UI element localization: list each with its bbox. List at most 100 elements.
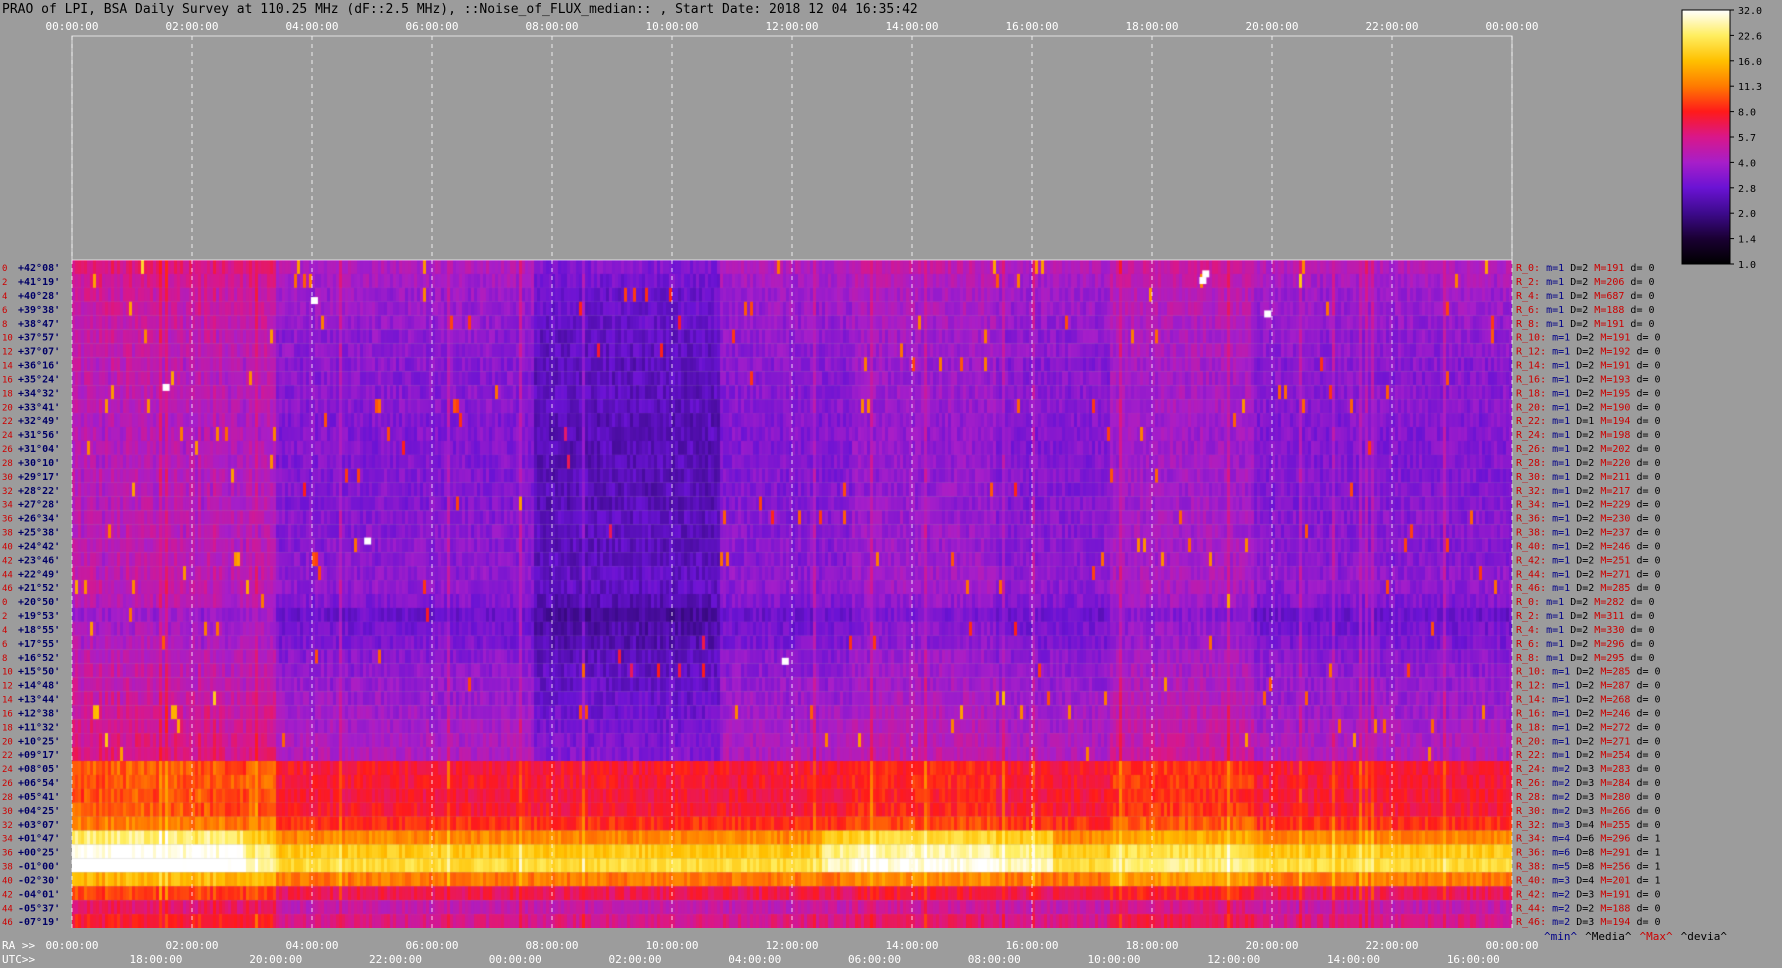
stat-field: R_34: (1516, 834, 1546, 845)
stat-row: R_22: m=1 D=2 M=254 d= 0 (1516, 750, 1661, 761)
stat-field: M=282 (1588, 597, 1624, 608)
stat-field: m=1 (1546, 388, 1570, 399)
colorbar-tick: 1.4 (1738, 235, 1756, 246)
stat-row: R_30: m=1 D=2 M=211 d= 0 (1516, 472, 1661, 483)
stat-field: d= 0 (1630, 374, 1660, 385)
stat-field: D=2 (1564, 611, 1588, 622)
colorbar-tick: 1.0 (1738, 260, 1756, 271)
stat-field: M=285 (1594, 583, 1630, 594)
stat-field: d= 0 (1624, 597, 1654, 608)
stat-field: d= 0 (1630, 500, 1660, 511)
stat-field: R_14: (1516, 695, 1546, 706)
stat-field: R_26: (1516, 444, 1546, 455)
row-number: 26 (2, 445, 13, 455)
stat-field: d= 0 (1630, 333, 1660, 344)
row-number: 30 (2, 473, 13, 483)
stat-field: R_26: (1516, 778, 1546, 789)
row-number: 40 (2, 542, 13, 552)
stat-field: M=291 (1594, 848, 1630, 859)
stat-field: d= 0 (1630, 889, 1660, 900)
stat-field: M=272 (1594, 722, 1630, 733)
stat-field: R_12: (1516, 681, 1546, 692)
stat-field: D=2 (1570, 667, 1594, 678)
stat-field: M=201 (1594, 875, 1630, 886)
stat-field: M=217 (1594, 486, 1630, 497)
stat-field: d= 0 (1624, 263, 1654, 274)
stat-field: M=191 (1594, 889, 1630, 900)
colorbar-tick: 32.0 (1738, 6, 1762, 17)
stat-field: m=1 (1546, 569, 1570, 580)
declination-label: +40°28' (18, 291, 60, 302)
row-number: 12 (2, 682, 13, 692)
stat-field: M=191 (1588, 319, 1624, 330)
colorbar-tick: 2.8 (1738, 184, 1756, 195)
stat-field: m=1 (1540, 305, 1564, 316)
stat-field: m=1 (1546, 361, 1570, 372)
stat-field: R_40: (1516, 875, 1546, 886)
stat-field: D=2 (1564, 319, 1588, 330)
stat-row: R_40: m=3 D=4 M=201 d= 1 (1516, 875, 1661, 886)
stat-field: d= 0 (1630, 750, 1660, 761)
stat-row: R_2: m=1 D=2 M=206 d= 0 (1516, 277, 1655, 288)
stat-field: R_28: (1516, 792, 1546, 803)
stat-field: d= 0 (1630, 444, 1660, 455)
stat-row: R_26: m=1 D=2 M=202 d= 0 (1516, 444, 1661, 455)
stat-field: R_8: (1516, 319, 1540, 330)
stat-field: R_18: (1516, 722, 1546, 733)
stat-field: m=1 (1546, 333, 1570, 344)
stat-field: m=1 (1540, 291, 1564, 302)
stat-row: R_44: m=1 D=2 M=271 d= 0 (1516, 569, 1661, 580)
stat-field: M=194 (1594, 917, 1630, 928)
ra-tick: 18:00:00 (1126, 939, 1179, 952)
stat-row: R_42: m=1 D=2 M=251 d= 0 (1516, 555, 1661, 566)
stat-row: R_10: m=1 D=2 M=285 d= 0 (1516, 667, 1661, 678)
stat-field: d= 1 (1630, 848, 1660, 859)
stat-row: R_34: m=1 D=2 M=229 d= 0 (1516, 500, 1661, 511)
stat-field: R_44: (1516, 569, 1546, 580)
stat-field: R_24: (1516, 764, 1546, 775)
stat-row: R_24: m=1 D=2 M=198 d= 0 (1516, 430, 1661, 441)
stat-field: M=229 (1594, 500, 1630, 511)
row-number: 38 (2, 863, 13, 873)
declination-label: +29°17' (18, 472, 60, 483)
stat-field: d= 0 (1630, 695, 1660, 706)
row-number: 16 (2, 709, 13, 719)
stat-field: M=254 (1594, 750, 1630, 761)
stat-field: D=2 (1564, 305, 1588, 316)
stat-field: D=2 (1564, 625, 1588, 636)
top-time-tick: 08:00:00 (526, 20, 579, 33)
stat-field: d= 0 (1624, 653, 1654, 664)
stat-row: R_14: m=1 D=2 M=191 d= 0 (1516, 361, 1661, 372)
stat-field: m=1 (1546, 486, 1570, 497)
stat-field: M=268 (1594, 695, 1630, 706)
ra-tick: 00:00:00 (1486, 939, 1539, 952)
row-number: 0 (2, 598, 7, 608)
top-time-tick: 12:00:00 (766, 20, 819, 33)
stat-field: R_36: (1516, 848, 1546, 859)
stat-field: d= 0 (1630, 430, 1660, 441)
stat-field: m=1 (1546, 583, 1570, 594)
stat-field: M=296 (1588, 639, 1624, 650)
stat-field: M=202 (1594, 444, 1630, 455)
declination-label: +03°07' (18, 820, 60, 831)
stat-row: R_6: m=1 D=2 M=188 d= 0 (1516, 305, 1655, 316)
stat-field: M=191 (1594, 361, 1630, 372)
stat-field: m=6 (1546, 848, 1570, 859)
stat-field: d= 0 (1630, 792, 1660, 803)
stat-field: d= 0 (1624, 611, 1654, 622)
top-time-tick: 04:00:00 (286, 20, 339, 33)
stat-field: R_6: (1516, 305, 1540, 316)
stat-field: D=2 (1570, 430, 1594, 441)
declination-label: +31°56' (18, 430, 60, 441)
stat-field: M=255 (1594, 820, 1630, 831)
stat-field: M=687 (1588, 291, 1624, 302)
stat-field: M=284 (1594, 778, 1630, 789)
stat-row: R_18: m=1 D=2 M=272 d= 0 (1516, 722, 1661, 733)
stat-field: D=4 (1570, 875, 1594, 886)
stat-row: R_12: m=1 D=2 M=192 d= 0 (1516, 347, 1661, 358)
stat-field: M=251 (1594, 555, 1630, 566)
stat-field: m=1 (1546, 541, 1570, 552)
top-time-tick: 00:00:00 (46, 20, 99, 33)
stat-field: M=188 (1588, 305, 1624, 316)
stat-field: d= 0 (1630, 486, 1660, 497)
